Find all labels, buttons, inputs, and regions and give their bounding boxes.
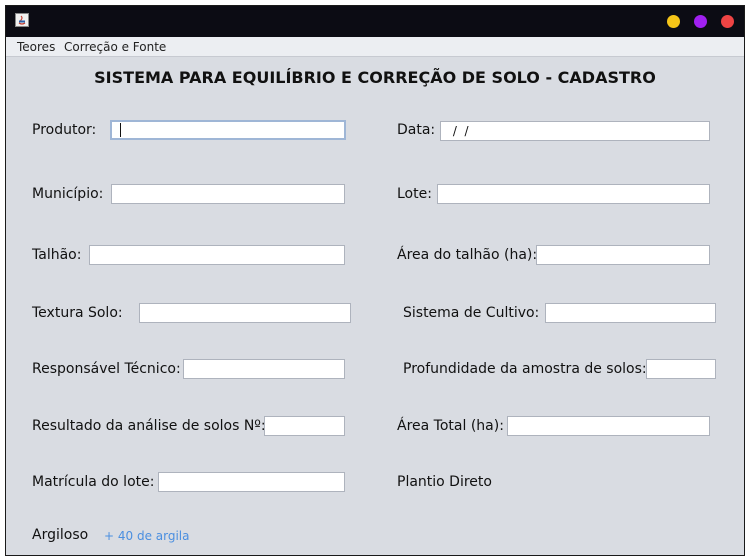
maximize-button[interactable] (694, 15, 707, 28)
argila-hint: + 40 de argila (104, 529, 190, 543)
textura-solo-input[interactable] (139, 303, 351, 323)
responsavel-tecnico-label: Responsável Técnico: (32, 361, 181, 377)
lote-input[interactable] (437, 184, 710, 204)
close-button[interactable] (721, 15, 734, 28)
area-talhao-label: Área do talhão (ha): (397, 247, 538, 263)
data-input[interactable] (440, 121, 710, 141)
argiloso-text: Argiloso (32, 527, 89, 543)
text-caret (120, 123, 121, 137)
java-app-icon (15, 13, 29, 27)
profundidade-amostra-label: Profundidade da amostra de solos: (403, 361, 647, 377)
matricula-lote-label: Matrícula do lote: (32, 474, 155, 490)
area-talhao-input[interactable] (536, 245, 710, 265)
minimize-button[interactable] (667, 15, 680, 28)
responsavel-tecnico-input[interactable] (183, 359, 345, 379)
sistema-cultivo-input[interactable] (545, 303, 716, 323)
resultado-analise-label: Resultado da análise de solos Nº: (32, 418, 266, 434)
app-window: Teores Correção e Fonte SISTEMA PARA EQU… (5, 5, 745, 556)
form-title: SISTEMA PARA EQUILÍBRIO E CORREÇÃO DE SO… (94, 68, 656, 87)
area-total-label: Área Total (ha): (397, 418, 504, 434)
lote-label: Lote: (397, 186, 432, 202)
profundidade-amostra-input[interactable] (646, 359, 716, 379)
resultado-analise-input[interactable] (264, 416, 345, 436)
data-label: Data: (397, 122, 436, 138)
municipio-input[interactable] (111, 184, 345, 204)
title-bar (6, 6, 744, 37)
talhao-label: Talhão: (32, 247, 82, 263)
sistema-cultivo-label: Sistema de Cultivo: (403, 305, 540, 321)
talhao-input[interactable] (89, 245, 345, 265)
menu-teores[interactable]: Teores (17, 40, 55, 54)
plantio-direto-text: Plantio Direto (397, 474, 492, 490)
produtor-label: Produtor: (32, 122, 97, 138)
produtor-input[interactable] (110, 120, 346, 140)
matricula-lote-input[interactable] (158, 472, 345, 492)
municipio-label: Município: (32, 186, 104, 202)
menu-correcao-e-fonte[interactable]: Correção e Fonte (64, 40, 166, 54)
menu-bar: Teores Correção e Fonte (6, 37, 744, 57)
area-total-input[interactable] (507, 416, 710, 436)
textura-solo-label: Textura Solo: (32, 305, 123, 321)
